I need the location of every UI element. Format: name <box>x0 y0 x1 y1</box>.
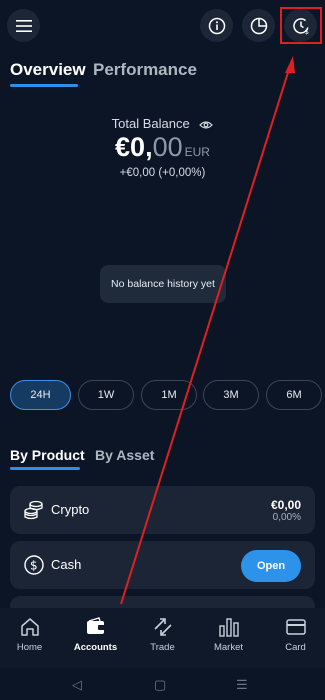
dollar-circle-icon: $ <box>24 555 44 575</box>
svg-text:$: $ <box>30 559 38 573</box>
top-bar: $ <box>0 9 325 45</box>
no-history-message: No balance history yet <box>100 265 226 303</box>
active-product-tab-indicator <box>10 467 80 470</box>
home-icon <box>20 618 39 636</box>
crypto-percent: 0,00% <box>272 512 301 523</box>
range-1w-button[interactable]: 1W <box>78 380 134 410</box>
total-balance-value: €0,00 EUR <box>0 132 325 163</box>
nav-accounts-label: Accounts <box>73 642 118 653</box>
annotation-arrow <box>120 56 295 605</box>
cash-card[interactable]: $ Cash Open <box>10 541 315 589</box>
nav-accounts[interactable]: Accounts <box>63 616 128 653</box>
info-icon <box>208 17 225 34</box>
bar-chart-icon <box>218 618 239 637</box>
tab-by-product[interactable]: By Product <box>10 447 85 463</box>
nav-market[interactable]: Market <box>196 616 261 653</box>
portfolio-chart-button[interactable] <box>242 9 275 42</box>
range-6m-button[interactable]: 6M <box>266 380 322 410</box>
nav-card[interactable]: Card <box>263 616 325 653</box>
cash-label: Cash <box>51 557 82 572</box>
eye-icon[interactable] <box>199 120 214 130</box>
card-icon <box>285 619 306 635</box>
open-cash-button[interactable]: Open <box>241 550 301 582</box>
nav-home[interactable]: Home <box>0 616 62 653</box>
nav-home-label: Home <box>16 642 43 653</box>
range-24h-button[interactable]: 24H <box>10 380 71 410</box>
nav-card-label: Card <box>285 642 306 653</box>
balance-integer: €0, <box>115 132 153 162</box>
system-back-button[interactable]: ◁ <box>72 677 82 693</box>
nav-market-label: Market <box>213 642 244 653</box>
tab-overview[interactable]: Overview <box>10 60 86 80</box>
system-home-button[interactable]: ▢ <box>154 677 166 693</box>
nav-trade-label: Trade <box>150 642 175 653</box>
trade-arrows-icon <box>153 618 172 636</box>
balance-currency: EUR <box>184 145 210 159</box>
menu-icon <box>15 19 32 32</box>
range-3m-button[interactable]: 3M <box>203 380 259 410</box>
wallet-icon <box>86 617 105 634</box>
balance-decimals: 00 <box>152 132 183 162</box>
tab-performance[interactable]: Performance <box>93 60 197 80</box>
range-1m-button[interactable]: 1M <box>141 380 197 410</box>
crypto-card[interactable]: Crypto €0,00 0,00% <box>10 486 315 534</box>
coins-icon <box>24 500 43 520</box>
balance-change: +€0,00 (+0,00%) <box>119 167 206 179</box>
crypto-value: €0,00 <box>270 498 301 512</box>
annotation-highlight-box <box>280 7 322 44</box>
total-balance-label: Total Balance <box>0 116 325 131</box>
crypto-label: Crypto <box>51 502 90 517</box>
pie-chart-icon <box>250 17 267 34</box>
active-tab-indicator <box>10 84 78 87</box>
nav-trade[interactable]: Trade <box>130 616 195 653</box>
system-recents-button[interactable]: ☰ <box>236 677 248 693</box>
menu-button[interactable] <box>7 9 40 42</box>
total-balance-text: Total Balance <box>111 116 190 131</box>
info-button[interactable] <box>200 9 233 42</box>
bottom-navigation: Home Accounts Trade Market Card <box>0 608 325 668</box>
system-navigation-bar: ◁ ▢ ☰ <box>0 668 325 700</box>
tab-by-asset[interactable]: By Asset <box>95 447 154 463</box>
